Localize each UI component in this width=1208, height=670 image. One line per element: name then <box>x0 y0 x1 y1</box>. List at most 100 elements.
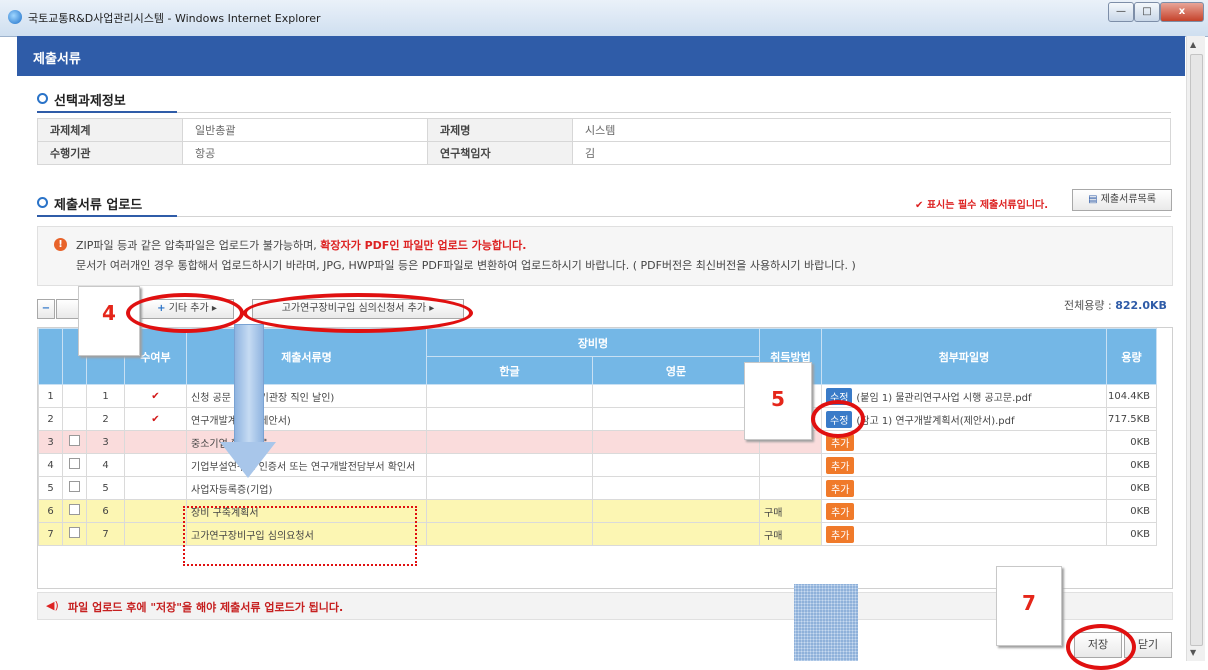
notice-line-2: 문서가 여러개인 경우 통합해서 업로드하시기 바라며, JPG, HWP파일 … <box>76 259 856 272</box>
info-label: 연구책임자 <box>427 141 573 165</box>
col-attachment-header: 첨부파일명 <box>821 328 1107 385</box>
vertical-scrollbar[interactable]: ▲ ▼ <box>1186 36 1205 661</box>
circle-bullet-icon <box>37 197 48 208</box>
required-check-icon: ✔ <box>151 390 160 402</box>
row-required-mark <box>124 453 187 477</box>
section-underline <box>37 111 1171 113</box>
row-required-mark: ✔ <box>124 407 187 431</box>
row-order: 2 <box>86 407 125 431</box>
project-info-section-title: 선택과제정보 <box>37 90 126 109</box>
maximize-button[interactable]: □ <box>1134 2 1160 22</box>
row-equip-korean <box>426 522 593 546</box>
row-size: 0KB <box>1106 522 1157 546</box>
row-checkbox[interactable] <box>62 522 87 546</box>
row-order: 6 <box>86 499 125 523</box>
attachment-filename[interactable]: (참고 1) 연구개발계획서(제안서).pdf <box>856 416 1014 427</box>
popup-header: 제출서류 <box>17 36 1185 76</box>
table-row: 3 3 중소기업 확인서류 추가 0KB <box>38 430 1157 454</box>
row-required-mark <box>124 522 187 546</box>
required-note: ✔ 표시는 필수 제출서류입니다. <box>915 200 1049 211</box>
doc-list-button[interactable]: ▤ 제출서류목록 <box>1072 189 1172 211</box>
info-row: 과제체계 일반총괄 과제명 시스템 <box>37 118 1171 142</box>
table-row: 11 ✔ 신청 공문 (신청 기관장 직인 날인) 수정(붙임 1) 물관리연구사업 … <box>38 384 1157 408</box>
scroll-down-arrow-icon[interactable]: ▼ <box>1190 648 1196 657</box>
row-checkbox[interactable] <box>62 453 87 477</box>
info-value: 시스템 <box>572 118 1171 142</box>
col-equip-header: 장비명 <box>426 328 760 357</box>
row-size: 0KB <box>1106 430 1157 454</box>
checkbox[interactable] <box>69 527 80 538</box>
add-file-button[interactable]: 추가 <box>826 502 855 520</box>
row-equip-korean <box>426 407 593 431</box>
remove-row-button[interactable]: − <box>37 299 55 319</box>
checkbox[interactable] <box>69 435 80 446</box>
row-acquire-method: 구매 <box>759 522 822 546</box>
table-row: 22✔연구개발계획서(제안서)수정(참고 1) 연구개발계획서(제안서).pdf… <box>38 407 1157 431</box>
add-file-button[interactable]: 추가 <box>826 479 855 497</box>
row-acquire-method <box>759 453 822 477</box>
row-equip-english <box>592 384 760 408</box>
row-acquire-method: 구매 <box>759 499 822 523</box>
scrollbar-thumb[interactable] <box>1190 54 1203 646</box>
close-window-button[interactable]: x <box>1160 2 1204 22</box>
row-attachment: 수정 (붙임 1) 물관리연구사업 시행 공고문.pdf <box>821 384 1107 408</box>
blue-pattern-block <box>794 584 858 661</box>
add-file-button[interactable]: 추가 <box>826 525 855 543</box>
notice-line-1: ZIP파일 등과 같은 압축파일은 업로드가 불가능하며, 확장자가 PDF인 … <box>76 239 527 252</box>
row-equip-korean <box>426 384 593 408</box>
info-label: 과제명 <box>427 118 573 142</box>
row-equip-english <box>592 430 760 454</box>
grid-header-row: 수여부 제출서류명 장비명 취득방법 첨부파일명 용량 <box>38 328 1157 385</box>
row-attachment: 추가 <box>821 499 1107 523</box>
checkbox[interactable] <box>69 504 80 515</box>
checkbox[interactable] <box>69 458 80 469</box>
info-row: 수행기관 항공 연구책임자 김 <box>37 141 1171 165</box>
row-size: 717.5KB <box>1106 407 1157 431</box>
row-doc-name: 사업자등록증(기업) <box>186 476 427 500</box>
col-size-header: 용량 <box>1106 328 1157 385</box>
row-required-mark <box>124 476 187 500</box>
row-order: 3 <box>86 430 125 454</box>
row-equip-korean <box>426 453 593 477</box>
row-number: 7 <box>38 522 63 546</box>
row-size: 0KB <box>1106 453 1157 477</box>
row-equip-english <box>592 453 760 477</box>
info-value: 김 <box>572 141 1171 165</box>
checkbox[interactable] <box>69 481 80 492</box>
circle-bullet-icon <box>37 93 48 104</box>
row-number: 6 <box>38 499 63 523</box>
row-required-mark: ✔ <box>124 384 187 408</box>
row-doc-name: 신청 공문 (신청 기관장 직인 날인) <box>186 384 427 408</box>
row-checkbox[interactable] <box>62 384 87 408</box>
window-title: 국토교통R&D사업관리시스템 - Windows Internet Explor… <box>28 12 321 25</box>
row-checkbox[interactable] <box>62 407 87 431</box>
minimize-button[interactable]: — <box>1108 2 1134 22</box>
row-equip-english <box>592 476 760 500</box>
info-label: 수행기관 <box>37 141 183 165</box>
warning-icon: ! <box>54 238 67 251</box>
row-number: 4 <box>38 453 63 477</box>
info-value: 일반총괄 <box>182 118 428 142</box>
row-equip-english <box>592 522 760 546</box>
col-english-header: 영문 <box>592 356 760 385</box>
row-checkbox[interactable] <box>62 430 87 454</box>
scroll-up-arrow-icon[interactable]: ▲ <box>1190 40 1196 49</box>
row-size: 0KB <box>1106 499 1157 523</box>
section-underline <box>37 215 1171 217</box>
highlight-dotted-box <box>183 506 417 566</box>
highlight-oval-edit <box>811 400 865 438</box>
row-order: 4 <box>86 453 125 477</box>
step-7-callout: 7 <box>996 566 1062 646</box>
row-checkbox[interactable] <box>62 499 87 523</box>
add-file-button[interactable]: 추가 <box>826 456 855 474</box>
window-titlebar: 국토교통R&D사업관리시스템 - Windows Internet Explor… <box>0 0 1208 37</box>
row-checkbox[interactable] <box>62 476 87 500</box>
row-order: 5 <box>86 476 125 500</box>
row-order: 7 <box>86 522 125 546</box>
upload-section-title: 제출서류 업로드 <box>37 194 142 213</box>
row-equip-english <box>592 407 760 431</box>
row-required-mark <box>124 499 187 523</box>
popup-title: 제출서류 <box>33 52 81 67</box>
attachment-filename[interactable]: (붙임 1) 물관리연구사업 시행 공고문.pdf <box>856 393 1031 404</box>
row-attachment: 추가 <box>821 453 1107 477</box>
